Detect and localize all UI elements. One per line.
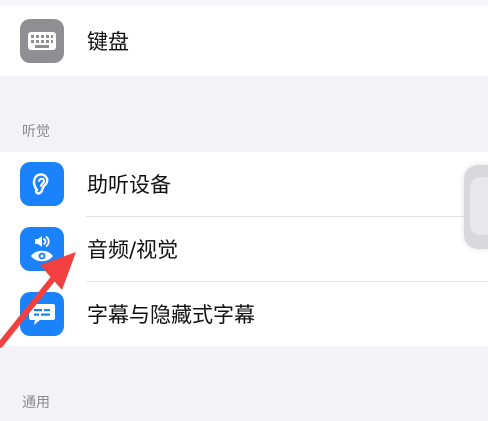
annotation-arrow bbox=[0, 252, 76, 348]
